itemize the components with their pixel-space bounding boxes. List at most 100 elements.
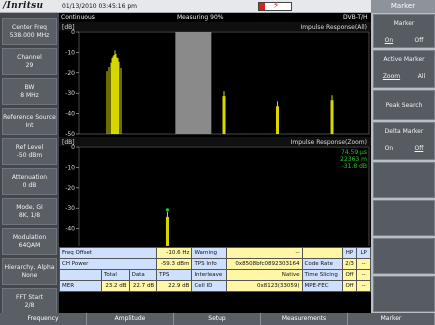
measuring-status: Measuring 90% — [177, 14, 224, 21]
tab-marker[interactable]: Marker — [348, 313, 435, 325]
table-value-cell: Off — [341, 280, 358, 292]
sweep-mode: Continuous — [61, 14, 95, 21]
peak-search-label: Peak Search — [385, 102, 423, 109]
blank-softkey-1[interactable] — [373, 162, 435, 198]
active-marker-button[interactable]: Active Marker Zoom All — [373, 50, 435, 88]
tab-measurements[interactable]: Measurements — [261, 313, 348, 325]
y-tick-label-0: 0 — [71, 29, 75, 36]
marker-on-option: On — [384, 37, 394, 44]
blank-softkey-4[interactable] — [373, 276, 435, 312]
blank-softkey-3[interactable] — [373, 238, 435, 274]
table-label-cell: TPS Info — [191, 258, 227, 270]
param-label: Ref Level — [15, 143, 44, 151]
table-value-cell: 22.9 dB — [156, 280, 193, 292]
table-value-cell — [301, 247, 343, 259]
delta-marker-label: Delta Marker — [384, 128, 424, 135]
param-label: Reference Source — [3, 113, 56, 121]
active-marker-all-option: All — [417, 73, 426, 80]
table-row: Total Data TPS Interleave Native Time Slicing… — [59, 269, 371, 281]
table-label-cell: TPS — [156, 269, 193, 281]
impulse-peak-0-1 — [222, 91, 226, 134]
table-value-cell: -- — [356, 269, 371, 281]
param-value: 0 dB — [22, 181, 37, 189]
param-value: 64QAM — [18, 241, 41, 249]
menu-title: Marker — [371, 0, 435, 13]
parameter-panel: Center Freq 538.000 MHz Channel 29 BW 8 MHz Re… — [0, 13, 59, 315]
table-label-cell: MPE-FEC — [301, 280, 343, 292]
param-button-9[interactable]: FFT Start 2/8 — [2, 288, 57, 315]
param-value: 2/8 — [24, 301, 35, 309]
table-label-cell: Warning — [191, 247, 227, 259]
table-value-cell — [59, 269, 102, 281]
param-button-5[interactable]: Attenuation 0 dB — [2, 168, 57, 195]
table-label-cell: LP — [356, 247, 371, 259]
delta-marker-off-option: Off — [414, 145, 424, 152]
y-tick-label-0: -40 — [65, 111, 75, 118]
battery-icon: ⚡ — [258, 1, 292, 11]
param-value: None — [21, 271, 38, 279]
param-value: -50 dBm — [16, 151, 43, 159]
table-value-cell: -- — [356, 280, 371, 292]
marker-readout-1: 22363 m — [340, 156, 367, 163]
blank-softkey-2[interactable] — [373, 200, 435, 236]
tab-setup[interactable]: Setup — [174, 313, 261, 325]
param-label: BW — [24, 83, 35, 91]
active-marker-label: Active Marker — [383, 56, 425, 63]
delta-marker-button[interactable]: Delta Marker On Off — [373, 122, 435, 160]
date-time: 01/13/2010 03:45:16 pm — [62, 3, 137, 10]
marker-toggle-button[interactable]: Marker On Off — [373, 14, 435, 48]
table-value-cell: Off — [341, 269, 358, 281]
table-value-cell: 22.7 dB — [128, 280, 158, 292]
table-label-cell: Interleave — [191, 269, 227, 281]
param-value: 538.000 MHz — [9, 31, 50, 39]
table-value-cell: 0x8123(33059) — [225, 280, 303, 292]
y-tick-label-1: -20 — [65, 185, 75, 192]
table-label-cell: CH Power — [58, 258, 158, 270]
param-button-8[interactable]: Hierarchy, Alpha None — [2, 258, 57, 285]
param-button-6[interactable]: Mode, GI 8K, 1/8 — [2, 198, 57, 225]
y-tick-label-1: -40 — [65, 226, 75, 233]
marker-label: Marker — [393, 20, 415, 27]
table-label-cell: Freq Offset — [58, 247, 158, 259]
tab-frequency[interactable]: Frequency — [0, 313, 87, 325]
table-value-cell: 2/3 — [341, 258, 358, 270]
table-label-cell: HP — [341, 247, 358, 259]
param-value: Int — [25, 121, 34, 129]
main-menu-bar: Frequency Amplitude Setup Measurements M… — [0, 313, 435, 325]
table-label-cell: MER — [59, 280, 102, 292]
param-button-7[interactable]: Modulation 64QAM — [2, 228, 57, 255]
plot-title-1: Impulse Response(Zoom) — [291, 139, 367, 146]
table-label-cell: Total — [101, 269, 130, 281]
impulse-response-plots: [dB] Impulse Response(All)0-10-20-30-40-5… — [59, 22, 371, 246]
param-button-2[interactable]: BW 8 MHz — [2, 78, 57, 105]
active-marker-zoom-option: Zoom — [382, 73, 401, 80]
standard-label: DVB-T/H — [343, 14, 368, 21]
delta-marker-on-option: On — [384, 145, 394, 152]
y-tick-label-0: -10 — [65, 49, 75, 56]
marker-readout-2: -31.8 dB — [342, 163, 367, 170]
y-tick-label-1: 0 — [71, 144, 75, 151]
marker-point — [165, 208, 170, 212]
measurement-table: Freq Offset -10.6 Hz Warning -- HP LP CH Power… — [58, 247, 371, 292]
tab-amplitude[interactable]: Amplitude — [87, 313, 174, 325]
marker-off-option: Off — [414, 37, 424, 44]
param-button-3[interactable]: Reference Source Int — [2, 108, 57, 135]
table-row: Freq Offset -10.6 Hz Warning -- HP LP — [58, 247, 371, 259]
y-tick-label-1: -10 — [65, 164, 75, 171]
param-button-4[interactable]: Ref Level -50 dBm — [2, 138, 57, 165]
status-bar: Continuous Measuring 90% DVB-T/H — [59, 13, 371, 22]
table-label-cell: Code Rate — [301, 258, 343, 270]
table-value-cell: 23.2 dB — [101, 280, 130, 292]
y-tick-label-0: -20 — [65, 70, 75, 77]
param-button-1[interactable]: Channel 29 — [2, 48, 57, 75]
param-button-0[interactable]: Center Freq 538.000 MHz — [2, 18, 57, 45]
table-value-cell: Native — [225, 269, 303, 281]
param-value: 8 MHz — [20, 91, 39, 99]
table-row: CH Power -59.3 dBm TPS Info 0x8508bfc089230… — [58, 258, 371, 270]
param-label: FFT Start — [15, 293, 44, 301]
table-value-cell: -- — [225, 247, 303, 259]
param-value: 8K, 1/8 — [18, 211, 41, 219]
peak-search-button[interactable]: Peak Search — [373, 90, 435, 120]
param-label: Modulation — [12, 233, 47, 241]
zoom-window — [175, 32, 212, 134]
